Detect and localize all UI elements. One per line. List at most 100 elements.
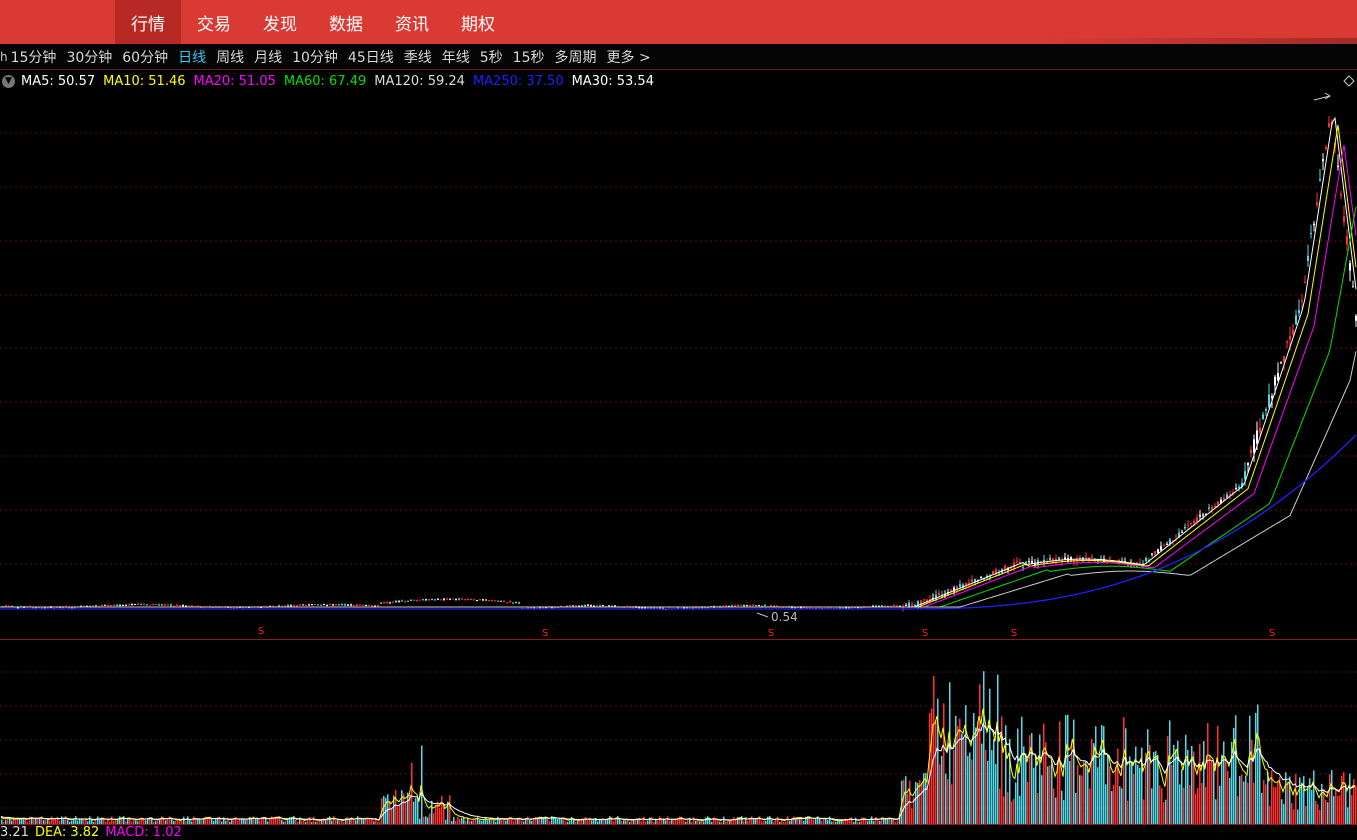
candle-body — [452, 598, 454, 600]
signal-marker[interactable]: S — [258, 626, 264, 637]
signal-marker[interactable]: S — [1269, 628, 1275, 639]
volume-bar — [947, 779, 949, 824]
volume-bar — [1045, 742, 1047, 824]
signal-marker[interactable]: S — [542, 628, 548, 639]
volume-bar — [1047, 766, 1049, 824]
candle-body — [299, 604, 301, 606]
volume-bar — [939, 764, 941, 824]
volume-bar — [281, 819, 283, 824]
signal-marker[interactable]: S — [768, 628, 774, 639]
volume-bar — [943, 703, 945, 824]
candle-body — [1151, 553, 1153, 555]
candle-body — [1031, 560, 1033, 564]
volume-bar — [1109, 766, 1111, 824]
volume-bar — [859, 821, 861, 824]
volume-bar — [571, 816, 573, 824]
volume-bar — [1211, 760, 1213, 824]
volume-bar — [153, 821, 155, 824]
volume-bar — [1099, 758, 1101, 824]
volume-bar — [621, 821, 623, 824]
candle-body — [1304, 282, 1306, 284]
volume-bar — [43, 820, 45, 824]
volume-bar — [591, 820, 593, 824]
volume-bar — [415, 798, 417, 824]
volume-bar — [325, 819, 327, 824]
volume-bar — [837, 821, 839, 824]
signal-marker[interactable]: S — [1011, 628, 1017, 639]
volume-bar — [979, 684, 981, 824]
volume-bar — [583, 819, 585, 824]
volume-bar — [1147, 729, 1149, 824]
volume-bar — [895, 821, 897, 824]
volume-bar — [977, 721, 979, 824]
chevron-down-icon[interactable]: ▼ — [2, 74, 15, 88]
expand-diamond-icon[interactable] — [1343, 75, 1355, 87]
candle-body — [1016, 561, 1018, 563]
volume-bar — [985, 749, 987, 824]
volume-bar — [183, 816, 185, 824]
candle-body — [1040, 560, 1042, 562]
volume-bar — [973, 712, 975, 824]
volume-bar — [301, 820, 303, 824]
volume-bar — [179, 820, 181, 824]
candle-body — [509, 601, 511, 603]
volume-bar — [549, 821, 551, 824]
volume-bar — [193, 816, 195, 824]
volume-bar — [125, 821, 127, 824]
volume-bar — [1013, 798, 1015, 824]
candle-body — [1226, 494, 1228, 498]
volume-bar — [833, 820, 835, 824]
volume-bar — [1285, 772, 1287, 824]
candle-body — [1253, 439, 1255, 453]
volume-bar — [707, 816, 709, 824]
volume-bar — [489, 819, 491, 824]
volume-bar — [35, 818, 37, 824]
volume-bar — [5, 819, 7, 824]
candle-body — [353, 605, 355, 607]
signal-marker[interactable]: S — [922, 628, 928, 639]
volume-bar — [187, 816, 189, 824]
volume-bar — [1009, 738, 1011, 824]
volume-bar — [1255, 712, 1257, 824]
volume-bar — [433, 813, 435, 824]
volume-bar — [1327, 802, 1329, 824]
volume-bar — [83, 819, 85, 824]
volume-bar — [239, 819, 241, 824]
kline-chart[interactable]: S S S S S S 0.54 — [0, 0, 1357, 840]
candle-body — [1121, 559, 1123, 561]
volume-bar — [339, 821, 341, 824]
volume-bar — [945, 773, 947, 824]
volume-bar — [77, 820, 79, 824]
volume-bar — [213, 820, 215, 824]
volume-bar — [1311, 789, 1313, 824]
candle-body — [968, 582, 970, 584]
ma120-value: MA120: 59.24 — [374, 73, 465, 89]
volume-bar — [1025, 754, 1027, 824]
volume-bar — [423, 816, 425, 824]
volume-bar — [439, 807, 441, 824]
volume-bar — [747, 820, 749, 824]
volume-bar — [1225, 758, 1227, 824]
candle-body — [752, 604, 754, 606]
volume-bar — [1201, 782, 1203, 824]
candle-body — [407, 600, 409, 602]
volume-bar — [1161, 788, 1163, 824]
volume-bar — [911, 808, 913, 824]
volume-bars — [1, 671, 1357, 824]
candle-body — [482, 599, 484, 601]
candle-body — [365, 605, 367, 607]
candle-body — [461, 598, 463, 600]
volume-bar — [315, 821, 317, 824]
candle-body — [746, 605, 748, 607]
volume-bar — [343, 821, 345, 824]
volume-bar — [493, 820, 495, 824]
chart-grid — [0, 132, 1357, 825]
volume-bar — [417, 798, 419, 824]
volume-bar — [311, 821, 313, 824]
volume-bar — [1135, 746, 1137, 824]
volume-bar — [683, 820, 685, 824]
candle-body — [1319, 179, 1321, 181]
candle-body — [344, 604, 346, 606]
volume-bar — [177, 821, 179, 824]
volume-bar — [361, 818, 363, 824]
